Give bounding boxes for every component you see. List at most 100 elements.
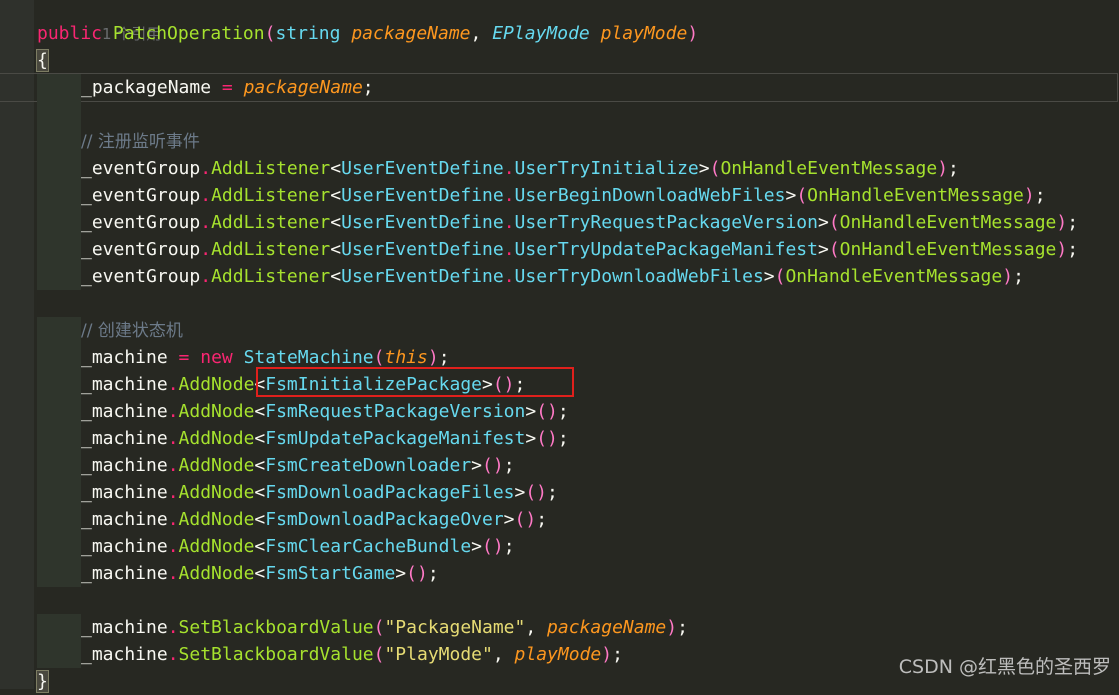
indent-guide bbox=[37, 236, 81, 263]
semicolon: ; bbox=[514, 374, 526, 395]
comment-register-listeners: // 注册监听事件 bbox=[81, 132, 200, 152]
indent-guide bbox=[37, 128, 81, 155]
code-line-blank bbox=[37, 290, 1117, 317]
indent-guide bbox=[37, 506, 81, 533]
method-addnode: AddNode bbox=[178, 455, 255, 476]
angle-close: > bbox=[503, 509, 515, 530]
code-line-addnode: _machine.AddNode<FsmUpdatePackageManifes… bbox=[37, 425, 1117, 452]
angle-open: < bbox=[254, 374, 266, 395]
node-type: FsmClearCacheBundle bbox=[265, 536, 472, 557]
field-packagename: _packageName bbox=[81, 77, 212, 98]
node-type: FsmRequestPackageVersion bbox=[265, 401, 526, 422]
dot: . bbox=[167, 644, 179, 665]
class-usereventdefine: UserEventDefine bbox=[341, 158, 504, 179]
method-addnode: AddNode bbox=[178, 482, 255, 503]
code-line-blank bbox=[37, 587, 1117, 614]
method-addlistener: AddListener bbox=[211, 212, 331, 233]
angle-close: > bbox=[785, 185, 797, 206]
event-type: UserBeginDownloadWebFiles bbox=[514, 185, 786, 206]
field-machine: _machine bbox=[81, 482, 168, 503]
indent-guide bbox=[37, 344, 81, 371]
dot: . bbox=[503, 266, 515, 287]
paren: ) bbox=[427, 347, 439, 368]
param-playmode: playMode bbox=[600, 23, 688, 44]
indent-guide bbox=[37, 182, 81, 209]
node-type: FsmDownloadPackageFiles bbox=[265, 482, 515, 503]
angle-close: > bbox=[817, 239, 829, 260]
method-setblackboardvalue: SetBlackboardValue bbox=[178, 617, 374, 638]
method-addnode: AddNode bbox=[178, 401, 255, 422]
paren: ( bbox=[373, 347, 385, 368]
angle-open: < bbox=[254, 401, 266, 422]
arg-playmode: playMode bbox=[514, 644, 602, 665]
angle-open: < bbox=[254, 455, 266, 476]
node-type: FsmDownloadPackageOver bbox=[265, 509, 504, 530]
paren: ) bbox=[1002, 266, 1014, 287]
comma: , bbox=[470, 23, 482, 44]
class-statemachine: StateMachine bbox=[243, 347, 374, 368]
field-machine: _machine bbox=[81, 617, 168, 638]
paren: ) bbox=[666, 617, 678, 638]
semicolon: ; bbox=[503, 536, 515, 557]
node-type: FsmCreateDownloader bbox=[265, 455, 472, 476]
paren: ( bbox=[774, 266, 786, 287]
indent-guide bbox=[37, 263, 81, 290]
code-line-addnode: _machine.AddNode<FsmStartGame>(); bbox=[37, 560, 1117, 587]
semicolon: ; bbox=[547, 482, 558, 503]
method-addnode: AddNode bbox=[178, 374, 255, 395]
angle-close: > bbox=[763, 266, 775, 287]
dot: . bbox=[503, 185, 515, 206]
paren: () bbox=[536, 428, 558, 449]
semicolon: ; bbox=[536, 509, 548, 530]
dot: . bbox=[200, 239, 212, 260]
code-area[interactable]: 1 个引用 public PatchOperation(string packa… bbox=[0, 0, 1118, 695]
angle-close: > bbox=[514, 482, 526, 503]
dot: . bbox=[167, 401, 179, 422]
code-line-listener: _eventGroup.AddListener<UserEventDefine.… bbox=[37, 209, 1117, 236]
event-group: _eventGroup bbox=[81, 266, 201, 287]
paren: () bbox=[536, 401, 558, 422]
code-line-addnode: _machine.AddNode<FsmRequestPackageVersio… bbox=[37, 398, 1117, 425]
indent-guide bbox=[37, 371, 81, 398]
csdn-watermark: CSDN @红黑色的圣西罗 bbox=[898, 656, 1111, 678]
code-line-assign: _packageName = packageName; bbox=[0, 73, 1118, 102]
angle-open: < bbox=[330, 185, 342, 206]
code-editor[interactable]: 1 个引用 public PatchOperation(string packa… bbox=[0, 0, 1119, 693]
event-group: _eventGroup bbox=[81, 239, 201, 260]
method-addnode: AddNode bbox=[178, 536, 255, 557]
code-line-listener: _eventGroup.AddListener<UserEventDefine.… bbox=[37, 236, 1117, 263]
angle-open: < bbox=[330, 266, 342, 287]
angle-close: > bbox=[395, 563, 407, 584]
operator-assign: = bbox=[178, 347, 190, 368]
handler-name: OnHandleEventMessage bbox=[807, 185, 1024, 206]
field-machine: _machine bbox=[81, 428, 168, 449]
semicolon: ; bbox=[1067, 212, 1079, 233]
dot: . bbox=[167, 536, 179, 557]
paren: () bbox=[525, 482, 548, 503]
method-name: PatchOperation bbox=[112, 23, 265, 44]
indent-guide bbox=[37, 317, 81, 344]
code-line-signature: public PatchOperation(string packageName… bbox=[37, 20, 1117, 47]
paren: ( bbox=[709, 158, 721, 179]
handler-name: OnHandleEventMessage bbox=[839, 212, 1057, 233]
dot: . bbox=[167, 374, 179, 395]
semicolon: ; bbox=[677, 617, 688, 638]
indent-guide bbox=[37, 452, 81, 479]
code-line-listener: _eventGroup.AddListener<UserEventDefine.… bbox=[37, 182, 1117, 209]
angle-close: > bbox=[471, 455, 482, 476]
paren: () bbox=[514, 509, 537, 530]
paren: ( bbox=[373, 617, 385, 638]
paren: ( bbox=[373, 644, 385, 665]
field-machine: _machine bbox=[81, 563, 168, 584]
field-machine: _machine bbox=[81, 536, 168, 557]
indent-guide bbox=[37, 479, 81, 506]
arg-packagename: packageName bbox=[547, 617, 667, 638]
field-machine: _machine bbox=[81, 455, 168, 476]
event-type: UserTryRequestPackageVersion bbox=[514, 212, 818, 233]
method-addnode: AddNode bbox=[178, 428, 255, 449]
indent-guide bbox=[37, 209, 81, 236]
code-line-setblackboard: _machine.SetBlackboardValue("PackageName… bbox=[37, 614, 1117, 641]
paren: ) bbox=[937, 158, 949, 179]
event-type: UserTryUpdatePackageManifest bbox=[514, 239, 818, 260]
